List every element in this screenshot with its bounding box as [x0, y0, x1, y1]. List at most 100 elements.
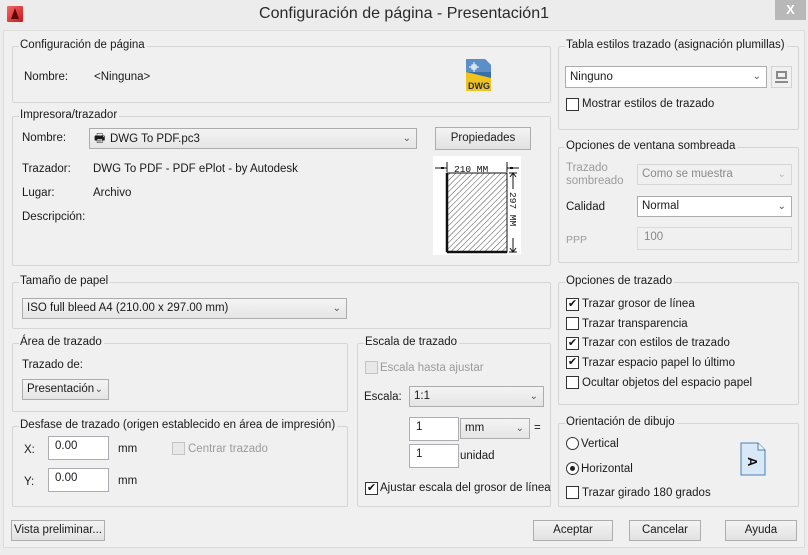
plot-with-styles-checkbox[interactable]: ✔ [566, 337, 579, 350]
chevron-down-icon: ⌄ [777, 169, 786, 180]
portrait-radio[interactable] [566, 437, 579, 450]
offset-x-unit: mm [118, 443, 138, 455]
svg-text:DWG: DWG [468, 81, 490, 91]
plot-transparency-checkbox[interactable] [566, 317, 579, 330]
chevron-down-icon: ⌄ [777, 201, 786, 212]
offset-x-input[interactable]: 0.00 [48, 436, 109, 460]
svg-text:A: A [745, 457, 760, 467]
scale-lineweights-checkbox[interactable]: ✔ [365, 482, 378, 495]
scale-lineweights-label: Ajustar escala del grosor de línea [380, 482, 551, 494]
dpi-input[interactable]: 100 [637, 227, 792, 250]
plot-option-label: Trazar grosor de línea [582, 298, 695, 310]
svg-text:210 MM: 210 MM [454, 164, 489, 175]
preview-button[interactable]: Vista preliminar... [11, 520, 105, 541]
help-button[interactable]: Ayuda [725, 520, 797, 541]
fit-to-paper-checkbox[interactable] [365, 361, 378, 374]
quality-label: Calidad [566, 201, 605, 213]
landscape-orientation-icon: A [740, 442, 766, 476]
portrait-label: Vertical [581, 438, 619, 450]
plot-options-legend: Opciones de trazado [565, 275, 675, 287]
dpi-label: PPP [566, 234, 588, 246]
svg-text:297 MM: 297 MM [507, 192, 518, 227]
equals-sign: = [534, 422, 541, 434]
dwg-file-icon: DWG [466, 59, 491, 91]
scale-units-dropdown[interactable]: mm ⌄ [460, 418, 530, 439]
chevron-down-icon: ⌄ [515, 423, 524, 434]
paper-units-input[interactable]: 1 [409, 417, 459, 441]
paper-size-preview: 210 MM 297 MM [433, 156, 521, 255]
plot-lineweights-checkbox[interactable]: ✔ [566, 298, 579, 311]
title-bar: Configuración de página - Presentación1 … [0, 0, 808, 30]
plot-offset-legend: Desfase de trazado (origen establecido e… [19, 419, 338, 431]
plotter-edit-icon [775, 71, 788, 83]
chevron-down-icon: ⌄ [402, 133, 411, 144]
location-value: Archivo [93, 187, 132, 199]
drawing-units-label: unidad [460, 450, 495, 462]
scale-units-value: mm [465, 422, 485, 434]
page-setup-name-label: Nombre: [24, 71, 69, 83]
plot-style-table-dropdown[interactable]: Ninguno ⌄ [565, 66, 767, 88]
plot-style-table-value: Ninguno [570, 71, 613, 83]
chevron-down-icon: ⌄ [752, 71, 761, 82]
cancel-button[interactable]: Cancelar [629, 520, 701, 541]
scale-label: Escala: [364, 391, 402, 403]
shade-plot-dropdown[interactable]: Como se muestra ⌄ [637, 164, 792, 185]
upside-down-checkbox[interactable] [566, 486, 579, 499]
quality-value: Normal [642, 200, 680, 212]
offset-y-unit: mm [118, 475, 138, 487]
paper-size-dropdown[interactable]: ISO full bleed A4 (210.00 x 297.00 mm) ⌄ [22, 298, 347, 319]
drawing-units-input[interactable]: 1 [409, 444, 459, 468]
plot-option-label: Trazar con estilos de trazado [582, 337, 730, 349]
plotter-label: Trazador: [22, 163, 71, 175]
shade-plot-label: Trazado sombreado [566, 162, 624, 187]
quality-dropdown[interactable]: Normal ⌄ [637, 196, 792, 217]
edit-plot-style-button[interactable] [771, 66, 792, 88]
page-setup-name-value: <Ninguna> [94, 71, 151, 83]
landscape-radio[interactable] [566, 462, 579, 475]
scale-dropdown[interactable]: 1:1 ⌄ [409, 386, 544, 407]
close-button[interactable]: X [775, 0, 806, 20]
plot-style-table-legend: Tabla estilos trazado (asignación plumil… [565, 39, 787, 51]
plot-option-label: Ocultar objetos del espacio papel [582, 377, 753, 389]
plot-option-label: Trazar transparencia [582, 318, 688, 330]
ok-button[interactable]: Aceptar [533, 520, 613, 541]
display-plot-styles-label: Mostrar estilos de trazado [582, 98, 715, 110]
page-setup-legend: Configuración de página [19, 39, 147, 51]
fit-to-paper-label: Escala hasta ajustar [380, 362, 484, 374]
landscape-label: Horizontal [581, 463, 633, 475]
printer-name-dropdown[interactable]: 🖶 DWG To PDF.pc3 ⌄ [89, 128, 417, 149]
plot-what-dropdown[interactable]: Presentación ⌄ [22, 379, 109, 400]
chevron-down-icon: ⌄ [332, 303, 341, 314]
offset-y-input[interactable]: 0.00 [48, 468, 109, 492]
orientation-legend: Orientación de dibujo [565, 416, 677, 428]
paper-size-legend: Tamaño de papel [19, 275, 111, 287]
plot-what-value: Presentación [27, 383, 95, 395]
window-title: Configuración de página - Presentación1 [259, 5, 549, 22]
hide-paperspace-objects-checkbox[interactable] [566, 376, 579, 389]
offset-x-label: X: [24, 444, 35, 456]
plot-option-label: Trazar espacio papel lo último [582, 357, 735, 369]
plot-paperspace-last-checkbox[interactable]: ✔ [566, 356, 579, 369]
plot-area-legend: Área de trazado [19, 336, 104, 348]
printer-legend: Impresora/trazador [19, 109, 120, 121]
printer-name-label: Nombre: [22, 132, 67, 144]
shade-plot-value: Como se muestra [642, 168, 733, 180]
plot-scale-legend: Escala de trazado [364, 336, 460, 348]
plot-area-group: Área de trazado [12, 336, 348, 412]
offset-y-label: Y: [24, 476, 35, 488]
plot-style-table-group: Tabla estilos trazado (asignación plumil… [558, 39, 799, 130]
plotter-value: DWG To PDF - PDF ePlot - by Autodesk [93, 163, 298, 175]
chevron-down-icon: ⌄ [529, 391, 538, 402]
upside-down-label: Trazar girado 180 grados [582, 487, 711, 499]
printer-name-value: DWG To PDF.pc3 [110, 133, 200, 145]
plot-what-label: Trazado de: [22, 359, 83, 371]
center-plot-label: Centrar trazado [188, 443, 268, 455]
display-plot-styles-checkbox[interactable] [566, 98, 579, 111]
properties-button[interactable]: Propiedades [435, 127, 531, 150]
description-label: Descripción: [22, 211, 86, 223]
paper-size-value: ISO full bleed A4 (210.00 x 297.00 mm) [27, 302, 229, 314]
center-plot-checkbox[interactable] [172, 442, 185, 455]
shaded-viewport-legend: Opciones de ventana sombreada [565, 140, 738, 152]
chevron-down-icon: ⌄ [94, 384, 103, 395]
plotter-icon: 🖶 [94, 131, 106, 145]
